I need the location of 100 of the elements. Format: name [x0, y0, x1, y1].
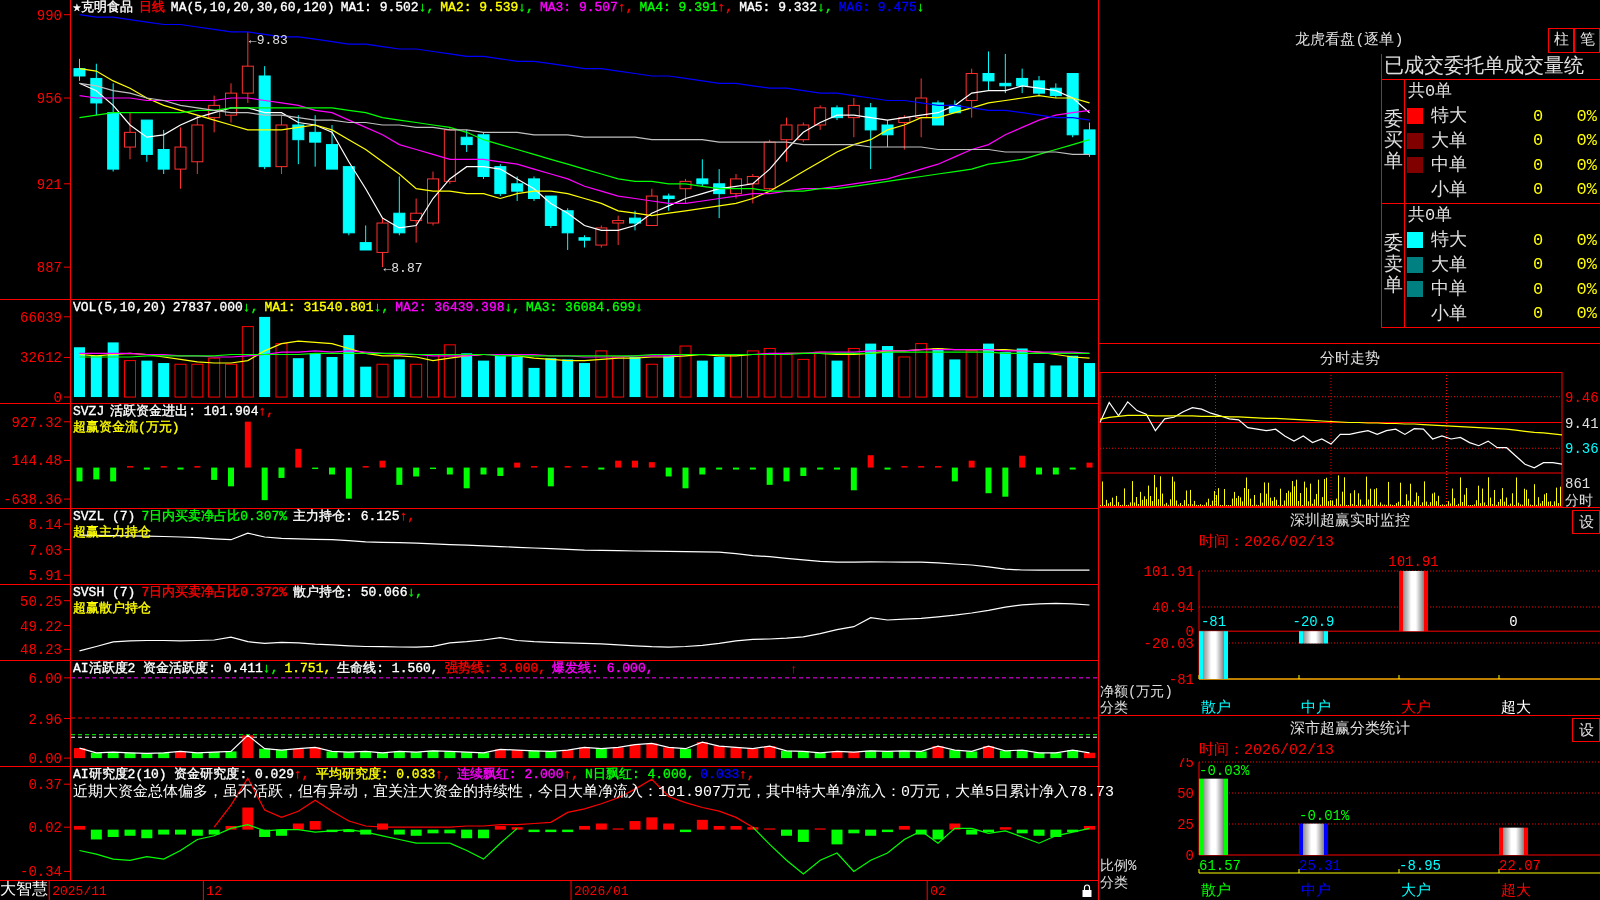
research-bar	[932, 829, 944, 840]
fund-flow-bar	[1019, 455, 1026, 468]
trend-arrow: ↓	[916, 0, 925, 16]
order-count: 0	[1532, 304, 1544, 324]
order-type: 中单	[1431, 279, 1467, 300]
research-bar	[781, 829, 792, 836]
volume-bar	[847, 347, 860, 398]
volume-bar	[107, 342, 119, 398]
legend-label: MA(5,10,20,30,60,120)	[170, 0, 335, 16]
axis-tick-label: 921	[36, 176, 62, 193]
volume-bar	[292, 358, 304, 398]
volume-bar	[797, 358, 810, 398]
volume-bar	[949, 359, 961, 398]
volume-bar	[595, 350, 608, 398]
activity-bar	[107, 752, 119, 759]
legend-label: ★克明食品	[73, 0, 133, 16]
price-annotation: ←9.83	[248, 32, 288, 48]
candle	[662, 193, 675, 212]
date-label: 时间：2026/02/13	[1199, 742, 1334, 759]
candle	[965, 68, 978, 119]
candle	[645, 188, 658, 226]
candle	[225, 82, 237, 124]
trend-arrow: ↑,	[294, 767, 310, 783]
research-bar	[360, 829, 372, 835]
activity-bar	[882, 751, 893, 759]
settings-button[interactable]: 设	[1572, 718, 1600, 742]
value-label: 61.57	[1199, 858, 1241, 874]
category-label: 中户	[1301, 700, 1331, 715]
volume-bar	[898, 356, 911, 398]
volume-bar	[360, 366, 372, 398]
legend-label: 日线	[138, 0, 165, 16]
trend-arrow: ↓,	[518, 0, 534, 16]
fund-flow-bar	[749, 467, 756, 470]
fund-flow-bar	[985, 467, 992, 494]
legend-label: AI活跃度2 资金活跃度: 0.411	[73, 661, 263, 677]
order-share: 0%	[1576, 255, 1597, 275]
volume-bar	[713, 356, 725, 398]
research-bar	[595, 823, 607, 830]
category-label: 超大	[1501, 700, 1531, 715]
date-label: 2025/11	[52, 884, 107, 899]
section-title: 深市超赢分类统计	[1289, 721, 1410, 739]
lock-icon[interactable]	[1082, 884, 1092, 897]
view-tab[interactable]: 笔	[1574, 28, 1600, 53]
activity-bar	[292, 748, 304, 759]
order-share: 0%	[1576, 230, 1597, 250]
activity-bar	[141, 753, 153, 759]
candle	[326, 124, 338, 170]
activity-bar	[309, 747, 321, 759]
research-bar	[410, 829, 422, 836]
fund-flow-bar	[497, 467, 504, 476]
value-label: -8.95	[1399, 858, 1441, 874]
research-bar	[696, 819, 708, 830]
axis-tick-label: 50	[1177, 786, 1194, 802]
candle	[292, 114, 305, 165]
activity-bar	[612, 747, 624, 759]
activity-bar	[646, 743, 658, 759]
order-count: 0	[1532, 180, 1544, 200]
activity-bar	[242, 735, 254, 759]
candle	[915, 77, 928, 138]
bar	[1199, 631, 1228, 679]
activity-bar	[208, 752, 220, 759]
research-bar	[444, 829, 456, 834]
period-label: 分时	[1565, 493, 1593, 507]
category-label: 中户	[1301, 883, 1331, 900]
fund-flow-bar	[110, 467, 117, 482]
fund-flow-bar	[463, 467, 470, 489]
axis-tick-label: 50.25	[20, 593, 62, 610]
trend-arrow: ↓,	[262, 661, 279, 677]
volume-bar	[1016, 348, 1028, 398]
legend-label: 主力持仓: 6.125	[293, 509, 400, 525]
volume-bar	[915, 343, 928, 398]
legend-label: MA1: 9.502	[340, 0, 419, 16]
category-label: 散户	[1201, 700, 1231, 715]
candle	[898, 114, 911, 150]
volume-bar	[780, 354, 793, 398]
activity-bar	[713, 746, 725, 759]
activity-bar	[494, 749, 506, 759]
fund-flow-bar	[665, 467, 672, 477]
value-label: 101.91	[1388, 554, 1439, 570]
research-bar	[377, 823, 388, 830]
legend-label: MA2: 9.539	[440, 0, 519, 16]
activity-bar	[1033, 752, 1045, 759]
fund-flow-bar	[76, 467, 83, 482]
view-tab[interactable]: 柱	[1548, 28, 1574, 53]
trend-arrow: ↑,	[563, 767, 580, 783]
fund-flow-bar	[93, 467, 100, 480]
order-type: 大单	[1431, 254, 1467, 275]
volume-bar	[158, 363, 170, 398]
activity-bar	[1067, 750, 1079, 759]
fund-flow-bar	[968, 460, 975, 468]
research-bar	[882, 829, 893, 833]
activity-bar	[377, 752, 388, 759]
table-title: 已成交委托单成交量统	[1384, 55, 1584, 78]
research-bar	[511, 827, 523, 830]
volume-bar	[478, 360, 489, 398]
fund-flow-bar	[951, 467, 958, 482]
settings-button[interactable]: 设	[1572, 510, 1600, 534]
trend-arrow: ↑,	[739, 767, 755, 783]
fund-flow-bar	[632, 460, 638, 468]
volume-bar	[208, 357, 221, 398]
